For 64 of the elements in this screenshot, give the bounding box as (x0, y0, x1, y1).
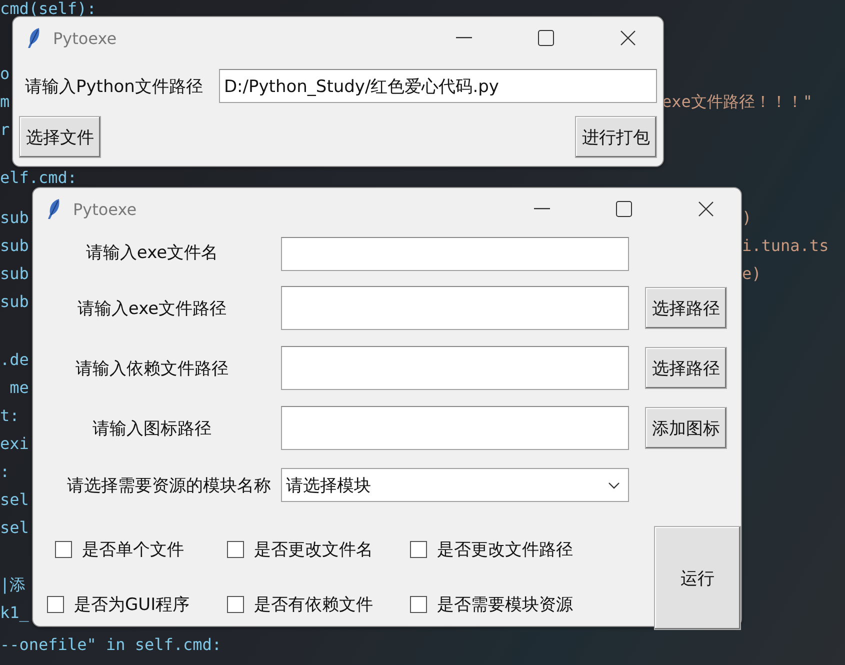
feather-icon (27, 27, 41, 49)
field-label: 请输入exe文件路径 (77, 298, 227, 320)
field-label: 请输入图标路径 (92, 418, 212, 440)
code-text: t: (0, 405, 20, 427)
checkbox[interactable] (55, 541, 72, 558)
checkbox-label: 是否更改文件路径 (437, 539, 573, 561)
code-text: --onefile" in self.cmd: (0, 634, 222, 656)
code-text: .de (0, 349, 29, 371)
close-icon[interactable] (698, 201, 714, 217)
code-text: cmd(self): (0, 0, 96, 18)
chevron-icon (608, 482, 620, 488)
module-dropdown[interactable]: 请选择模块 (281, 468, 629, 502)
code-text: i.tuna.ts (742, 235, 829, 257)
code-text: r (0, 119, 10, 141)
code-text: exi (0, 433, 29, 455)
checkbox-label: 是否单个文件 (82, 539, 184, 561)
input-field[interactable] (281, 346, 629, 390)
code-text: sel (0, 517, 29, 539)
input-field[interactable] (281, 406, 629, 450)
code-text: sub (0, 291, 29, 313)
code-text: o (0, 63, 10, 85)
action-button[interactable]: 选择文件 (19, 116, 101, 158)
feather-icon (47, 198, 61, 220)
field-label: 请输入Python文件路径 (25, 76, 203, 98)
maximize-icon[interactable] (616, 201, 632, 217)
checkbox[interactable] (410, 541, 427, 558)
checkbox[interactable] (227, 596, 244, 613)
window-title: Pytoexe (53, 28, 118, 48)
checkbox[interactable] (47, 596, 64, 613)
code-text: : (0, 461, 10, 483)
browse-button[interactable]: 选择路径 (645, 287, 727, 329)
code-text: sub (0, 263, 29, 285)
minimize-icon[interactable] (456, 37, 472, 39)
input-field[interactable] (281, 286, 629, 330)
checkbox[interactable] (410, 596, 427, 613)
checkbox[interactable] (227, 541, 244, 558)
code-text: me (8, 377, 29, 399)
close-icon[interactable] (620, 30, 636, 46)
field-label: 请选择需要资源的模块名称 (67, 474, 271, 496)
checkbox-label: 是否有依赖文件 (254, 594, 373, 616)
code-text: elf.cmd: (0, 169, 78, 187)
code-text: exe文件路径！！！" (662, 91, 813, 113)
code-text: e) (742, 263, 762, 285)
window-title: Pytoexe (73, 200, 138, 218)
minimize-icon[interactable] (534, 208, 550, 210)
checkbox-label: 是否需要模块资源 (437, 594, 573, 616)
field-label: 请输入依赖文件路径 (76, 358, 228, 380)
code-text: k1_ (0, 602, 29, 624)
input-field[interactable] (281, 237, 629, 271)
checkbox-label: 是否为GUI程序 (74, 594, 190, 616)
code-text: sub (0, 207, 29, 229)
code-text: m (0, 91, 10, 113)
run-button[interactable]: 运行 (654, 526, 741, 630)
code-text: sel (0, 489, 29, 511)
code-text: ) (742, 207, 752, 229)
path-field[interactable]: D:/Python_Study/红色爱心代码.py (218, 69, 657, 103)
field-label: 请输入exe文件名 (86, 242, 218, 264)
browse-button[interactable]: 选择路径 (645, 347, 727, 389)
code-text: |添 (0, 574, 26, 596)
browse-button[interactable]: 添加图标 (645, 407, 727, 449)
maximize-icon[interactable] (538, 30, 554, 46)
checkbox-label: 是否更改文件名 (254, 539, 373, 561)
action-button[interactable]: 进行打包 (575, 116, 657, 158)
code-text: sub (0, 235, 29, 257)
